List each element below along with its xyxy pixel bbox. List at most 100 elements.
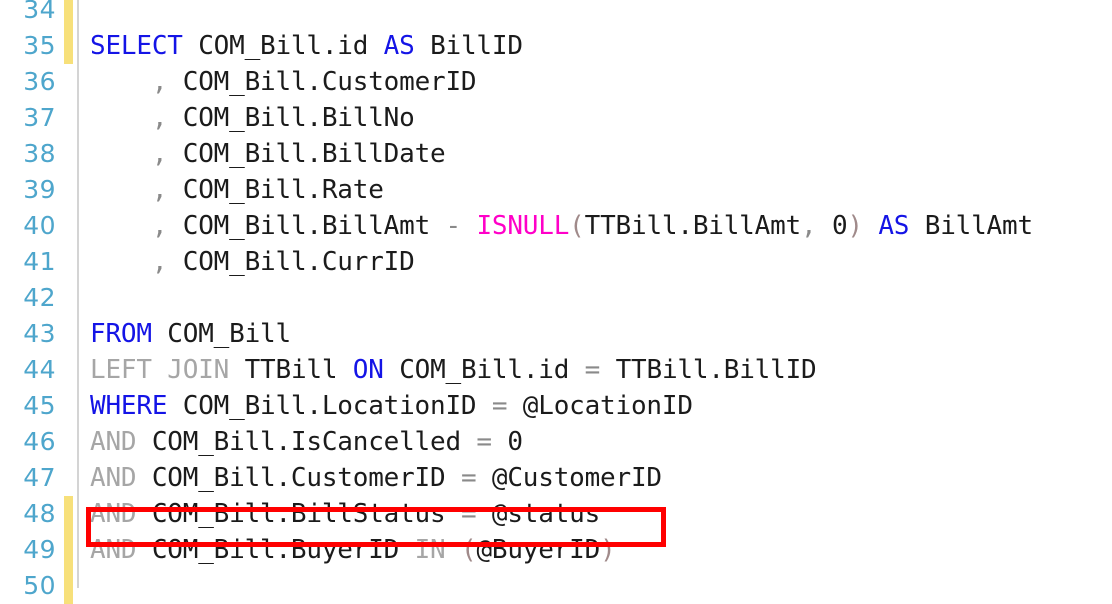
code-token: @CustomerID bbox=[491, 463, 662, 493]
line-number: 34 bbox=[23, 0, 56, 24]
code-line-36[interactable]: , COM_Bill.CustomerID bbox=[79, 64, 1112, 100]
code-token: FROM bbox=[90, 319, 152, 349]
code-line-47[interactable]: AND COM_Bill.CustomerID = @CustomerID bbox=[79, 460, 1112, 496]
code-line-41[interactable]: , COM_Bill.CurrID bbox=[79, 244, 1112, 280]
code-line-48[interactable]: AND COM_Bill.BillStatus = @status bbox=[79, 496, 1112, 532]
line-number: 37 bbox=[23, 103, 56, 132]
line-number: 50 bbox=[23, 571, 56, 600]
change-marker bbox=[64, 532, 73, 568]
code-token: , bbox=[151, 103, 168, 133]
code-token: COM_Bill.BillAmt bbox=[182, 211, 431, 241]
line-number: 41 bbox=[23, 247, 56, 276]
code-token: COM_Bill.CurrID bbox=[182, 247, 415, 277]
gutter-line-43[interactable]: 43 bbox=[0, 316, 78, 352]
code-token: COM_Bill.Rate bbox=[182, 175, 384, 205]
code-token: ON bbox=[352, 355, 384, 385]
code-token: ISNULL bbox=[476, 211, 570, 241]
line-number: 39 bbox=[23, 175, 56, 204]
code-token: , bbox=[801, 211, 817, 241]
gutter-line-47[interactable]: 47 bbox=[0, 460, 78, 496]
code-token: COM_Bill.LocationID bbox=[182, 391, 477, 421]
code-token: TTBill.BillAmt bbox=[584, 211, 802, 241]
code-token: = bbox=[491, 391, 508, 421]
gutter-line-38[interactable]: 38 bbox=[0, 136, 78, 172]
gutter-line-36[interactable]: 36 bbox=[0, 64, 78, 100]
code-token: AND bbox=[90, 463, 137, 493]
code-line-50[interactable] bbox=[79, 568, 1112, 604]
code-token: , bbox=[151, 175, 168, 205]
code-line-46[interactable]: AND COM_Bill.IsCancelled = 0 bbox=[79, 424, 1112, 460]
gutter-line-35[interactable]: 35 bbox=[0, 28, 78, 64]
code-line-38[interactable]: , COM_Bill.BillDate bbox=[79, 136, 1112, 172]
line-number: 48 bbox=[23, 499, 56, 528]
code-token: TTBill bbox=[244, 355, 338, 385]
code-token: = bbox=[460, 463, 477, 493]
line-number: 42 bbox=[23, 283, 56, 312]
gutter-line-40[interactable]: 40 bbox=[0, 208, 78, 244]
line-number: 43 bbox=[23, 319, 56, 348]
code-line-34[interactable] bbox=[79, 0, 1112, 28]
code-line-35[interactable]: SELECT COM_Bill.id AS BillID bbox=[79, 28, 1112, 64]
code-line-42[interactable] bbox=[79, 280, 1112, 316]
sql-code-editor[interactable]: 34 35 36 37 38 39 40 41 42 43 44 45 46 47 48 49 50 SELEC… bbox=[0, 0, 1112, 604]
gutter-line-37[interactable]: 37 bbox=[0, 100, 78, 136]
change-marker bbox=[64, 28, 73, 64]
change-marker bbox=[64, 568, 73, 604]
code-token: @LocationID bbox=[522, 391, 693, 421]
line-number: 35 bbox=[23, 31, 56, 60]
code-token: AS bbox=[878, 211, 910, 241]
gutter-line-44[interactable]: 44 bbox=[0, 352, 78, 388]
code-token: , bbox=[151, 139, 168, 169]
code-token: = bbox=[584, 355, 601, 385]
code-line-39[interactable]: , COM_Bill.Rate bbox=[79, 172, 1112, 208]
code-token: @BuyerID bbox=[476, 535, 601, 565]
gutter-line-39[interactable]: 39 bbox=[0, 172, 78, 208]
code-token: ) bbox=[847, 211, 863, 241]
code-line-44[interactable]: LEFT JOIN TTBill ON COM_Bill.id = TTBill… bbox=[79, 352, 1112, 388]
gutter-line-49[interactable]: 49 bbox=[0, 532, 78, 568]
code-line-45[interactable]: WHERE COM_Bill.LocationID = @LocationID bbox=[79, 388, 1112, 424]
code-line-40[interactable]: , COM_Bill.BillAmt - ISNULL(TTBill.BillA… bbox=[79, 208, 1112, 244]
line-number: 49 bbox=[23, 535, 56, 564]
gutter-line-42[interactable]: 42 bbox=[0, 280, 78, 316]
code-line-37[interactable]: , COM_Bill.BillNo bbox=[79, 100, 1112, 136]
gutter-line-45[interactable]: 45 bbox=[0, 388, 78, 424]
gutter-line-50[interactable]: 50 bbox=[0, 568, 78, 604]
gutter-line-41[interactable]: 41 bbox=[0, 244, 78, 280]
gutter-line-34[interactable]: 34 bbox=[0, 0, 78, 28]
code-token: COM_Bill.IsCancelled bbox=[151, 427, 461, 457]
editor-code-area[interactable]: SELECT COM_Bill.id AS BillID , COM_Bill.… bbox=[79, 0, 1112, 588]
editor-gutter[interactable]: 34 35 36 37 38 39 40 41 42 43 44 45 46 47 48 49 50 bbox=[0, 0, 78, 604]
code-token: COM_Bill.id bbox=[198, 31, 369, 61]
code-line-49[interactable]: AND COM_Bill.BuyerID IN (@BuyerID) bbox=[79, 532, 1112, 568]
code-token: IN bbox=[414, 535, 446, 565]
code-token: JOIN bbox=[167, 355, 230, 385]
gutter-line-46[interactable]: 46 bbox=[0, 424, 78, 460]
code-token: ) bbox=[600, 535, 616, 565]
gutter-line-48[interactable]: 48 bbox=[0, 496, 78, 532]
line-number: 36 bbox=[23, 67, 56, 96]
code-line-43[interactable]: FROM COM_Bill bbox=[79, 316, 1112, 352]
code-token: SELECT bbox=[90, 31, 183, 61]
code-token: @status bbox=[491, 499, 601, 529]
code-token: WHERE bbox=[90, 391, 168, 421]
